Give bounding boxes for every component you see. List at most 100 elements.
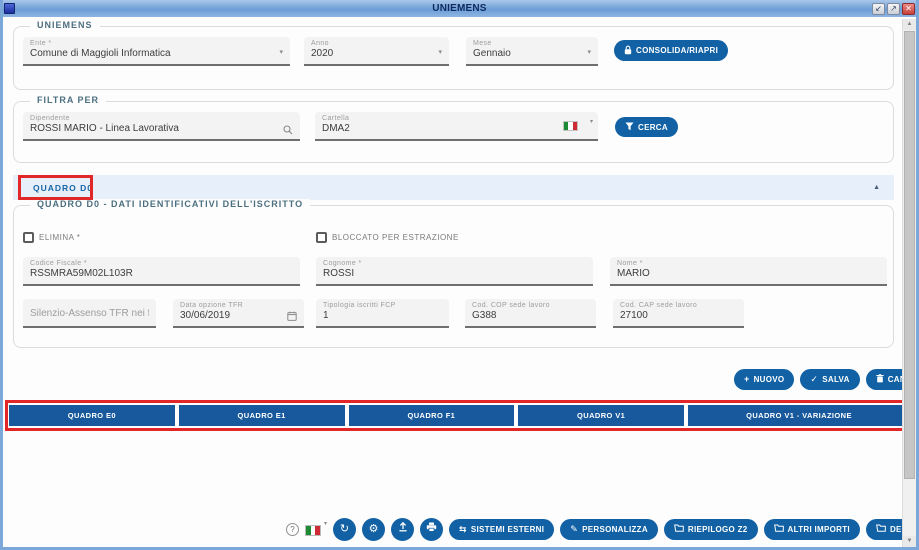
cerca-button[interactable]: CERCA xyxy=(615,117,678,137)
italy-flag-icon xyxy=(563,121,578,131)
anno-label: Anno xyxy=(311,40,442,48)
sistemi-esterni-button[interactable]: ⇆ SISTEMI ESTERNI xyxy=(449,519,554,540)
tipologia-value: 1 xyxy=(323,310,442,322)
help-icon[interactable]: ? xyxy=(286,523,299,536)
check-icon: ✓ xyxy=(810,375,818,384)
quadro-d0-legend: QUADRO D0 - DATI IDENTIFICATIVI DELL'ISC… xyxy=(30,199,310,209)
cod-cop-value: G388 xyxy=(472,310,589,322)
tab-quadro-f1[interactable]: QUADRO F1 xyxy=(349,405,515,426)
chevron-down-icon: ▾ xyxy=(590,118,593,125)
quadro-d0-bar-label: QUADRO D0 xyxy=(33,183,93,193)
salva-label: SALVA xyxy=(822,375,849,384)
riepilogo-z2-label: RIEPILOGO Z2 xyxy=(688,525,748,534)
tipologia-iscritti-fcp-field[interactable]: Tipologia iscritti FCP 1 xyxy=(316,299,449,328)
consolida-riapri-button[interactable]: CONSOLIDA/RIAPRI xyxy=(614,40,728,61)
riepilogo-z2-button[interactable]: RIEPILOGO Z2 xyxy=(664,519,758,540)
printer-icon xyxy=(426,519,437,540)
checkbox-box[interactable] xyxy=(316,232,327,243)
mese-select[interactable]: Mese Gennaio ▾ xyxy=(466,37,598,66)
altri-importi-label: ALTRI IMPORTI xyxy=(788,525,850,534)
personalizza-button[interactable]: ✎ PERSONALIZZA xyxy=(560,519,658,540)
anno-value: 2020 xyxy=(311,48,442,60)
plus-icon: + xyxy=(744,375,750,384)
cognome-field[interactable]: Cognome * ROSSI xyxy=(316,257,593,286)
data-opzione-label: Data opzione TFR xyxy=(180,302,297,310)
search-icon[interactable] xyxy=(283,122,293,140)
nome-value: MARIO xyxy=(617,268,880,280)
anno-select[interactable]: Anno 2020 ▾ xyxy=(304,37,449,66)
upload-button[interactable] xyxy=(391,518,414,541)
bloccato-per-estrazione-checkbox[interactable]: BLOCCATO PER ESTRAZIONE xyxy=(316,232,459,243)
chevron-down-icon: ▾ xyxy=(587,48,591,56)
maximize-window-button[interactable]: ↗ xyxy=(887,3,900,15)
window-controls: ↙ ↗ ✕ xyxy=(872,3,915,15)
elimina-checkbox-label: ELIMINA * xyxy=(39,233,80,242)
print-button[interactable] xyxy=(420,518,443,541)
bottom-toolbar: ? ▾ ↻ ⚙ ⇆ SISTEMI ESTERNI ✎ PERSONALIZZA… xyxy=(286,516,919,542)
scroll-up-icon[interactable]: ▲ xyxy=(903,19,916,30)
scroll-down-icon[interactable]: ▼ xyxy=(903,536,916,547)
data-opzione-value: 30/06/2019 xyxy=(180,310,297,322)
silenzio-assenso-placeholder: Silenzio-Assenso TFR nei fo... xyxy=(30,302,149,325)
scrollbar-thumb[interactable] xyxy=(904,31,915,479)
nuovo-button[interactable]: + NUOVO xyxy=(734,369,794,390)
dipendente-field[interactable]: Dipendente ROSSI MARIO - Linea Lavorativ… xyxy=(23,112,300,141)
bloccato-checkbox-label: BLOCCATO PER ESTRAZIONE xyxy=(332,233,459,242)
restore-window-button[interactable]: ↙ xyxy=(872,3,885,15)
filtra-per-legend: FILTRA PER xyxy=(30,95,106,105)
cod-cap-sede-lavoro-field[interactable]: Cod. CAP sede lavoro 27100 xyxy=(613,299,744,328)
cartella-label: Cartella xyxy=(322,115,591,123)
tab-quadro-e1[interactable]: QUADRO E1 xyxy=(179,405,345,426)
codice-fiscale-field[interactable]: Codice Fiscale * RSSMRA59M02L103R xyxy=(23,257,300,286)
dipendente-label: Dipendente xyxy=(30,115,293,123)
external-systems-icon: ⇆ xyxy=(459,525,467,534)
folder-icon xyxy=(876,524,886,534)
nuovo-label: NUOVO xyxy=(754,375,785,384)
gear-icon: ⚙ xyxy=(369,519,379,540)
nome-label: Nome * xyxy=(617,260,880,268)
ente-select[interactable]: Ente * Comune di Maggioli Informatica ▾ xyxy=(23,37,290,66)
cartella-select[interactable]: Cartella DMA2 ▾ xyxy=(315,112,598,141)
calendar-icon[interactable] xyxy=(287,308,297,326)
tipologia-label: Tipologia iscritti FCP xyxy=(323,302,442,310)
close-window-button[interactable]: ✕ xyxy=(902,3,915,15)
upload-icon xyxy=(398,519,408,540)
collapse-panel-icon[interactable]: ▲ xyxy=(873,184,880,191)
altri-importi-button[interactable]: ALTRI IMPORTI xyxy=(764,519,860,540)
uniemens-window: UNIEMENS ↙ ↗ ✕ UNIEMENS Ente * Comune di… xyxy=(0,0,919,550)
tab-quadro-e0[interactable]: QUADRO E0 xyxy=(9,405,175,426)
nome-field[interactable]: Nome * MARIO xyxy=(610,257,887,286)
cod-cop-label: Cod. COP sede lavoro xyxy=(472,302,589,310)
cod-cap-value: 27100 xyxy=(620,310,737,322)
checkbox-box[interactable] xyxy=(23,232,34,243)
tab-quadro-v1-variazione[interactable]: QUADRO V1 - VARIAZIONE xyxy=(688,405,910,426)
chevron-down-icon: ▾ xyxy=(438,48,442,56)
vertical-scrollbar[interactable]: ▲ ▼ xyxy=(902,19,916,547)
chevron-down-icon: ▾ xyxy=(279,48,283,56)
quadri-tab-row: QUADRO E0 QUADRO E1 QUADRO F1 QUADRO V1 … xyxy=(9,405,910,426)
cognome-label: Cognome * xyxy=(323,260,586,268)
refresh-icon: ↻ xyxy=(340,519,349,540)
salva-button[interactable]: ✓ SALVA xyxy=(800,369,859,390)
tab-quadro-v1[interactable]: QUADRO V1 xyxy=(518,405,684,426)
personalizza-label: PERSONALIZZA xyxy=(582,525,648,534)
consolida-riapri-label: CONSOLIDA/RIAPRI xyxy=(636,46,718,55)
record-actions: + NUOVO ✓ SALVA CANCELLA xyxy=(734,369,919,390)
ente-value: Comune di Maggioli Informatica xyxy=(30,48,283,60)
quadro-d0-bar[interactable]: QUADRO D0 ▲ xyxy=(13,175,894,200)
uniemens-section-legend: UNIEMENS xyxy=(30,20,100,30)
refresh-button[interactable]: ↻ xyxy=(333,518,356,541)
data-opzione-tfr-field[interactable]: Data opzione TFR 30/06/2019 xyxy=(173,299,304,328)
settings-button[interactable]: ⚙ xyxy=(362,518,385,541)
folder-icon xyxy=(674,524,684,534)
language-selector[interactable]: ▾ xyxy=(305,522,327,536)
cognome-value: ROSSI xyxy=(323,268,586,280)
mese-label: Mese xyxy=(473,40,591,48)
trash-icon xyxy=(876,374,884,385)
silenzio-assenso-tfr-field[interactable]: Silenzio-Assenso TFR nei fo... xyxy=(23,299,156,328)
filter-funnel-icon xyxy=(625,122,634,133)
cod-cop-sede-lavoro-field[interactable]: Cod. COP sede lavoro G388 xyxy=(465,299,596,328)
elimina-checkbox[interactable]: ELIMINA * xyxy=(23,232,80,243)
cartella-value: DMA2 xyxy=(322,123,591,135)
codice-fiscale-label: Codice Fiscale * xyxy=(30,260,293,268)
